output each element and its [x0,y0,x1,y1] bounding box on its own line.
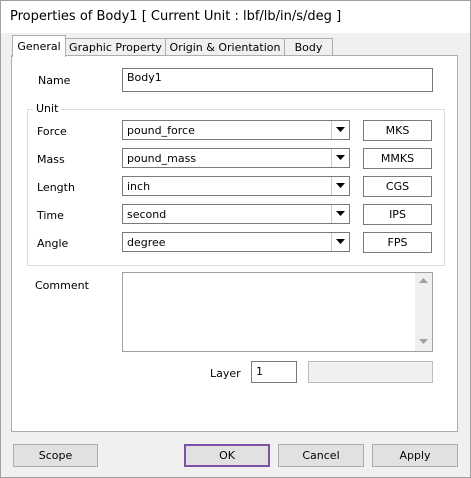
tab-origin-orientation[interactable]: Origin & Orientation [165,38,285,56]
name-field[interactable]: Body1 [122,68,433,92]
tab-body[interactable]: Body [284,38,333,56]
comment-textarea[interactable] [122,272,433,352]
tab-general-label: General [17,40,61,53]
time-value: second [127,208,167,221]
comment-label: Comment [35,279,89,292]
force-value: pound_force [127,124,195,137]
angle-value: degree [127,236,166,249]
tab-body-label: Body [294,41,323,54]
cgs-button[interactable]: CGS [363,176,432,197]
time-select[interactable]: second [122,204,350,224]
angle-select[interactable]: degree [122,232,350,252]
window-title: Properties of Body1 [ Current Unit : lbf… [10,9,342,24]
mass-value: pound_mass [127,152,197,165]
mass-label: Mass [37,153,65,166]
unit-group-title: Unit [33,102,62,115]
fps-button[interactable]: FPS [363,232,432,253]
ok-button[interactable]: OK [184,444,270,467]
chevron-down-icon[interactable] [331,121,349,139]
apply-button[interactable]: Apply [372,444,458,467]
mass-select[interactable]: pound_mass [122,148,350,168]
length-select[interactable]: inch [122,176,350,196]
mmks-button[interactable]: MMKS [363,148,432,169]
length-label: Length [37,181,75,194]
layer-field[interactable]: 1 [251,361,297,383]
chevron-down-icon[interactable] [331,205,349,223]
chevron-down-icon[interactable] [331,233,349,251]
time-label: Time [37,209,64,222]
tab-graphic-property-label: Graphic Property [69,41,162,54]
chevron-down-icon[interactable] [331,149,349,167]
layer-name-field [308,361,433,383]
length-value: inch [127,180,151,193]
cancel-button[interactable]: Cancel [278,444,364,467]
comment-scrollbar[interactable] [415,273,432,351]
tab-graphic-property[interactable]: Graphic Property [65,38,166,56]
tab-origin-orientation-label: Origin & Orientation [169,41,281,54]
mks-button[interactable]: MKS [363,120,432,141]
tab-general[interactable]: General [12,35,66,57]
layer-label: Layer [210,367,241,380]
scroll-up-icon[interactable] [415,273,432,290]
force-label: Force [37,125,67,138]
scroll-down-icon[interactable] [415,334,432,351]
properties-dialog: Properties of Body1 [ Current Unit : lbf… [0,0,471,478]
title-bar: Properties of Body1 [ Current Unit : lbf… [1,1,470,33]
chevron-down-icon[interactable] [331,177,349,195]
angle-label: Angle [37,237,69,250]
force-select[interactable]: pound_force [122,120,350,140]
ips-button[interactable]: IPS [363,204,432,225]
name-label: Name [38,74,71,87]
scope-button[interactable]: Scope [13,444,98,467]
